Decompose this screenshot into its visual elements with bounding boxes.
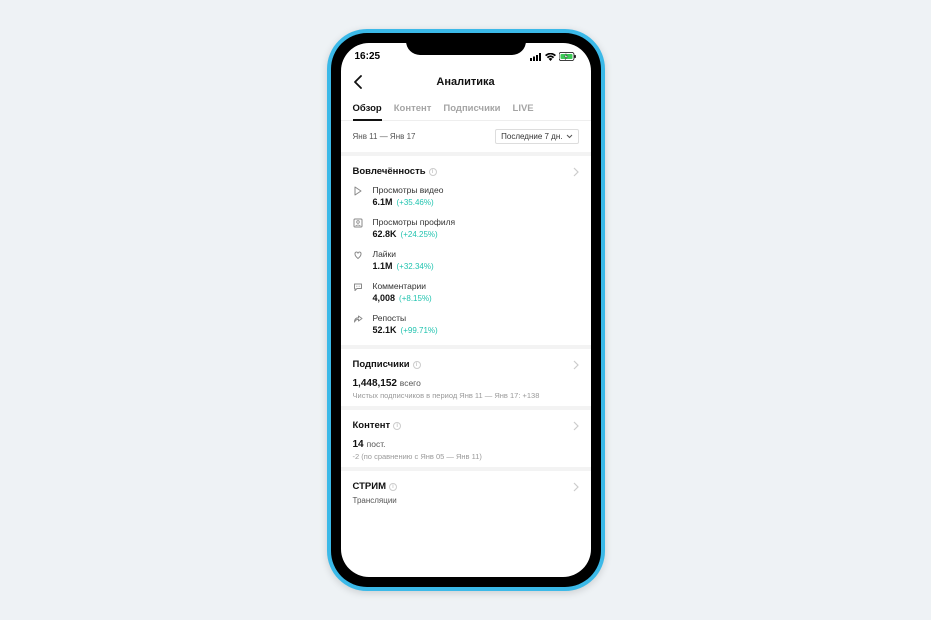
- stream-header[interactable]: СТРИМ i: [353, 481, 579, 492]
- metric-label: Просмотры видео: [373, 185, 579, 195]
- metric-video-views[interactable]: Просмотры видео 6.1M (+35.46%): [353, 185, 579, 207]
- phone-bezel: 16:25 Аналитика Обзор Контент Подписчики…: [331, 33, 601, 587]
- back-button[interactable]: [353, 73, 371, 91]
- metric-change: (+24.25%): [401, 230, 438, 239]
- chevron-down-icon: [566, 134, 573, 139]
- metric-change: (+8.15%): [399, 294, 432, 303]
- chevron-left-icon: [353, 75, 362, 89]
- metric-label: Лайки: [373, 249, 579, 259]
- page-title: Аналитика: [341, 76, 591, 88]
- content-note: -2 (по сравнению с Янв 05 — Янв 11): [353, 452, 579, 461]
- content-title: Контент: [353, 420, 391, 431]
- content-header[interactable]: Контент i: [353, 420, 579, 431]
- followers-total: 1,448,152: [353, 378, 398, 389]
- metric-value: 6.1M: [373, 197, 393, 207]
- info-icon: i: [389, 483, 397, 491]
- section-engagement: Вовлечённость i Просмотры видео 6.1M (+3…: [341, 156, 591, 349]
- metric-change: (+35.46%): [397, 198, 434, 207]
- metric-comments[interactable]: Комментарии 4,008 (+8.15%): [353, 281, 579, 303]
- chevron-right-icon: [573, 482, 579, 492]
- info-icon: i: [413, 361, 421, 369]
- notch: [406, 33, 526, 55]
- signal-icon: [530, 53, 542, 61]
- followers-note: Чистых подписчиков в период Янв 11 — Янв…: [353, 391, 579, 400]
- stream-sub: Трансляции: [353, 496, 579, 505]
- section-stream: СТРИМ i Трансляции: [341, 471, 591, 505]
- profile-icon: [353, 218, 363, 228]
- tab-followers[interactable]: Подписчики: [443, 99, 500, 120]
- chevron-right-icon: [573, 167, 579, 177]
- tab-content[interactable]: Контент: [394, 99, 432, 120]
- metric-label: Репосты: [373, 313, 579, 323]
- metric-shares[interactable]: Репосты 52.1K (+99.71%): [353, 313, 579, 335]
- metric-value: 1.1M: [373, 261, 393, 271]
- metric-change: (+32.34%): [397, 262, 434, 271]
- followers-title: Подписчики: [353, 359, 410, 370]
- metric-value: 52.1K: [373, 325, 397, 335]
- followers-total-label: всего: [400, 378, 421, 388]
- content-count: 14: [353, 439, 364, 450]
- date-range-picker[interactable]: Последние 7 дн.: [495, 129, 578, 144]
- tab-overview[interactable]: Обзор: [353, 99, 382, 120]
- section-followers: Подписчики i 1,448,152 всего Чистых подп…: [341, 349, 591, 410]
- section-content: Контент i 14 пост. -2 (по сравнению с Ян…: [341, 410, 591, 471]
- info-icon: i: [393, 422, 401, 430]
- chevron-right-icon: [573, 360, 579, 370]
- date-picker-label: Последние 7 дн.: [501, 132, 562, 141]
- engagement-title: Вовлечённость: [353, 166, 426, 177]
- content-count-label: пост.: [367, 439, 386, 449]
- metric-label: Просмотры профиля: [373, 217, 579, 227]
- metric-label: Комментарии: [373, 281, 579, 291]
- nav-header: Аналитика: [341, 67, 591, 99]
- play-icon: [353, 186, 363, 196]
- date-row: Янв 11 — Янв 17 Последние 7 дн.: [341, 121, 591, 156]
- metric-profile-views[interactable]: Просмотры профиля 62.8K (+24.25%): [353, 217, 579, 239]
- share-icon: [353, 314, 363, 324]
- tabs: Обзор Контент Подписчики LIVE: [341, 99, 591, 121]
- tab-live[interactable]: LIVE: [513, 99, 534, 120]
- engagement-header[interactable]: Вовлечённость i: [353, 166, 579, 177]
- followers-header[interactable]: Подписчики i: [353, 359, 579, 370]
- metric-likes[interactable]: Лайки 1.1M (+32.34%): [353, 249, 579, 271]
- status-indicators: [530, 52, 577, 61]
- scroll-content[interactable]: Вовлечённость i Просмотры видео 6.1M (+3…: [341, 156, 591, 577]
- heart-icon: [353, 250, 363, 260]
- app-screen: 16:25 Аналитика Обзор Контент Подписчики…: [341, 43, 591, 577]
- chevron-right-icon: [573, 421, 579, 431]
- metric-change: (+99.71%): [401, 326, 438, 335]
- battery-icon: [559, 52, 577, 61]
- status-time: 16:25: [355, 51, 381, 62]
- info-icon: i: [429, 168, 437, 176]
- stream-title: СТРИМ: [353, 481, 387, 492]
- comment-icon: [353, 282, 363, 292]
- date-range: Янв 11 — Янв 17: [353, 132, 416, 141]
- phone-frame: 16:25 Аналитика Обзор Контент Подписчики…: [327, 29, 605, 591]
- metric-value: 4,008: [373, 293, 396, 303]
- wifi-icon: [545, 53, 556, 61]
- metric-value: 62.8K: [373, 229, 397, 239]
